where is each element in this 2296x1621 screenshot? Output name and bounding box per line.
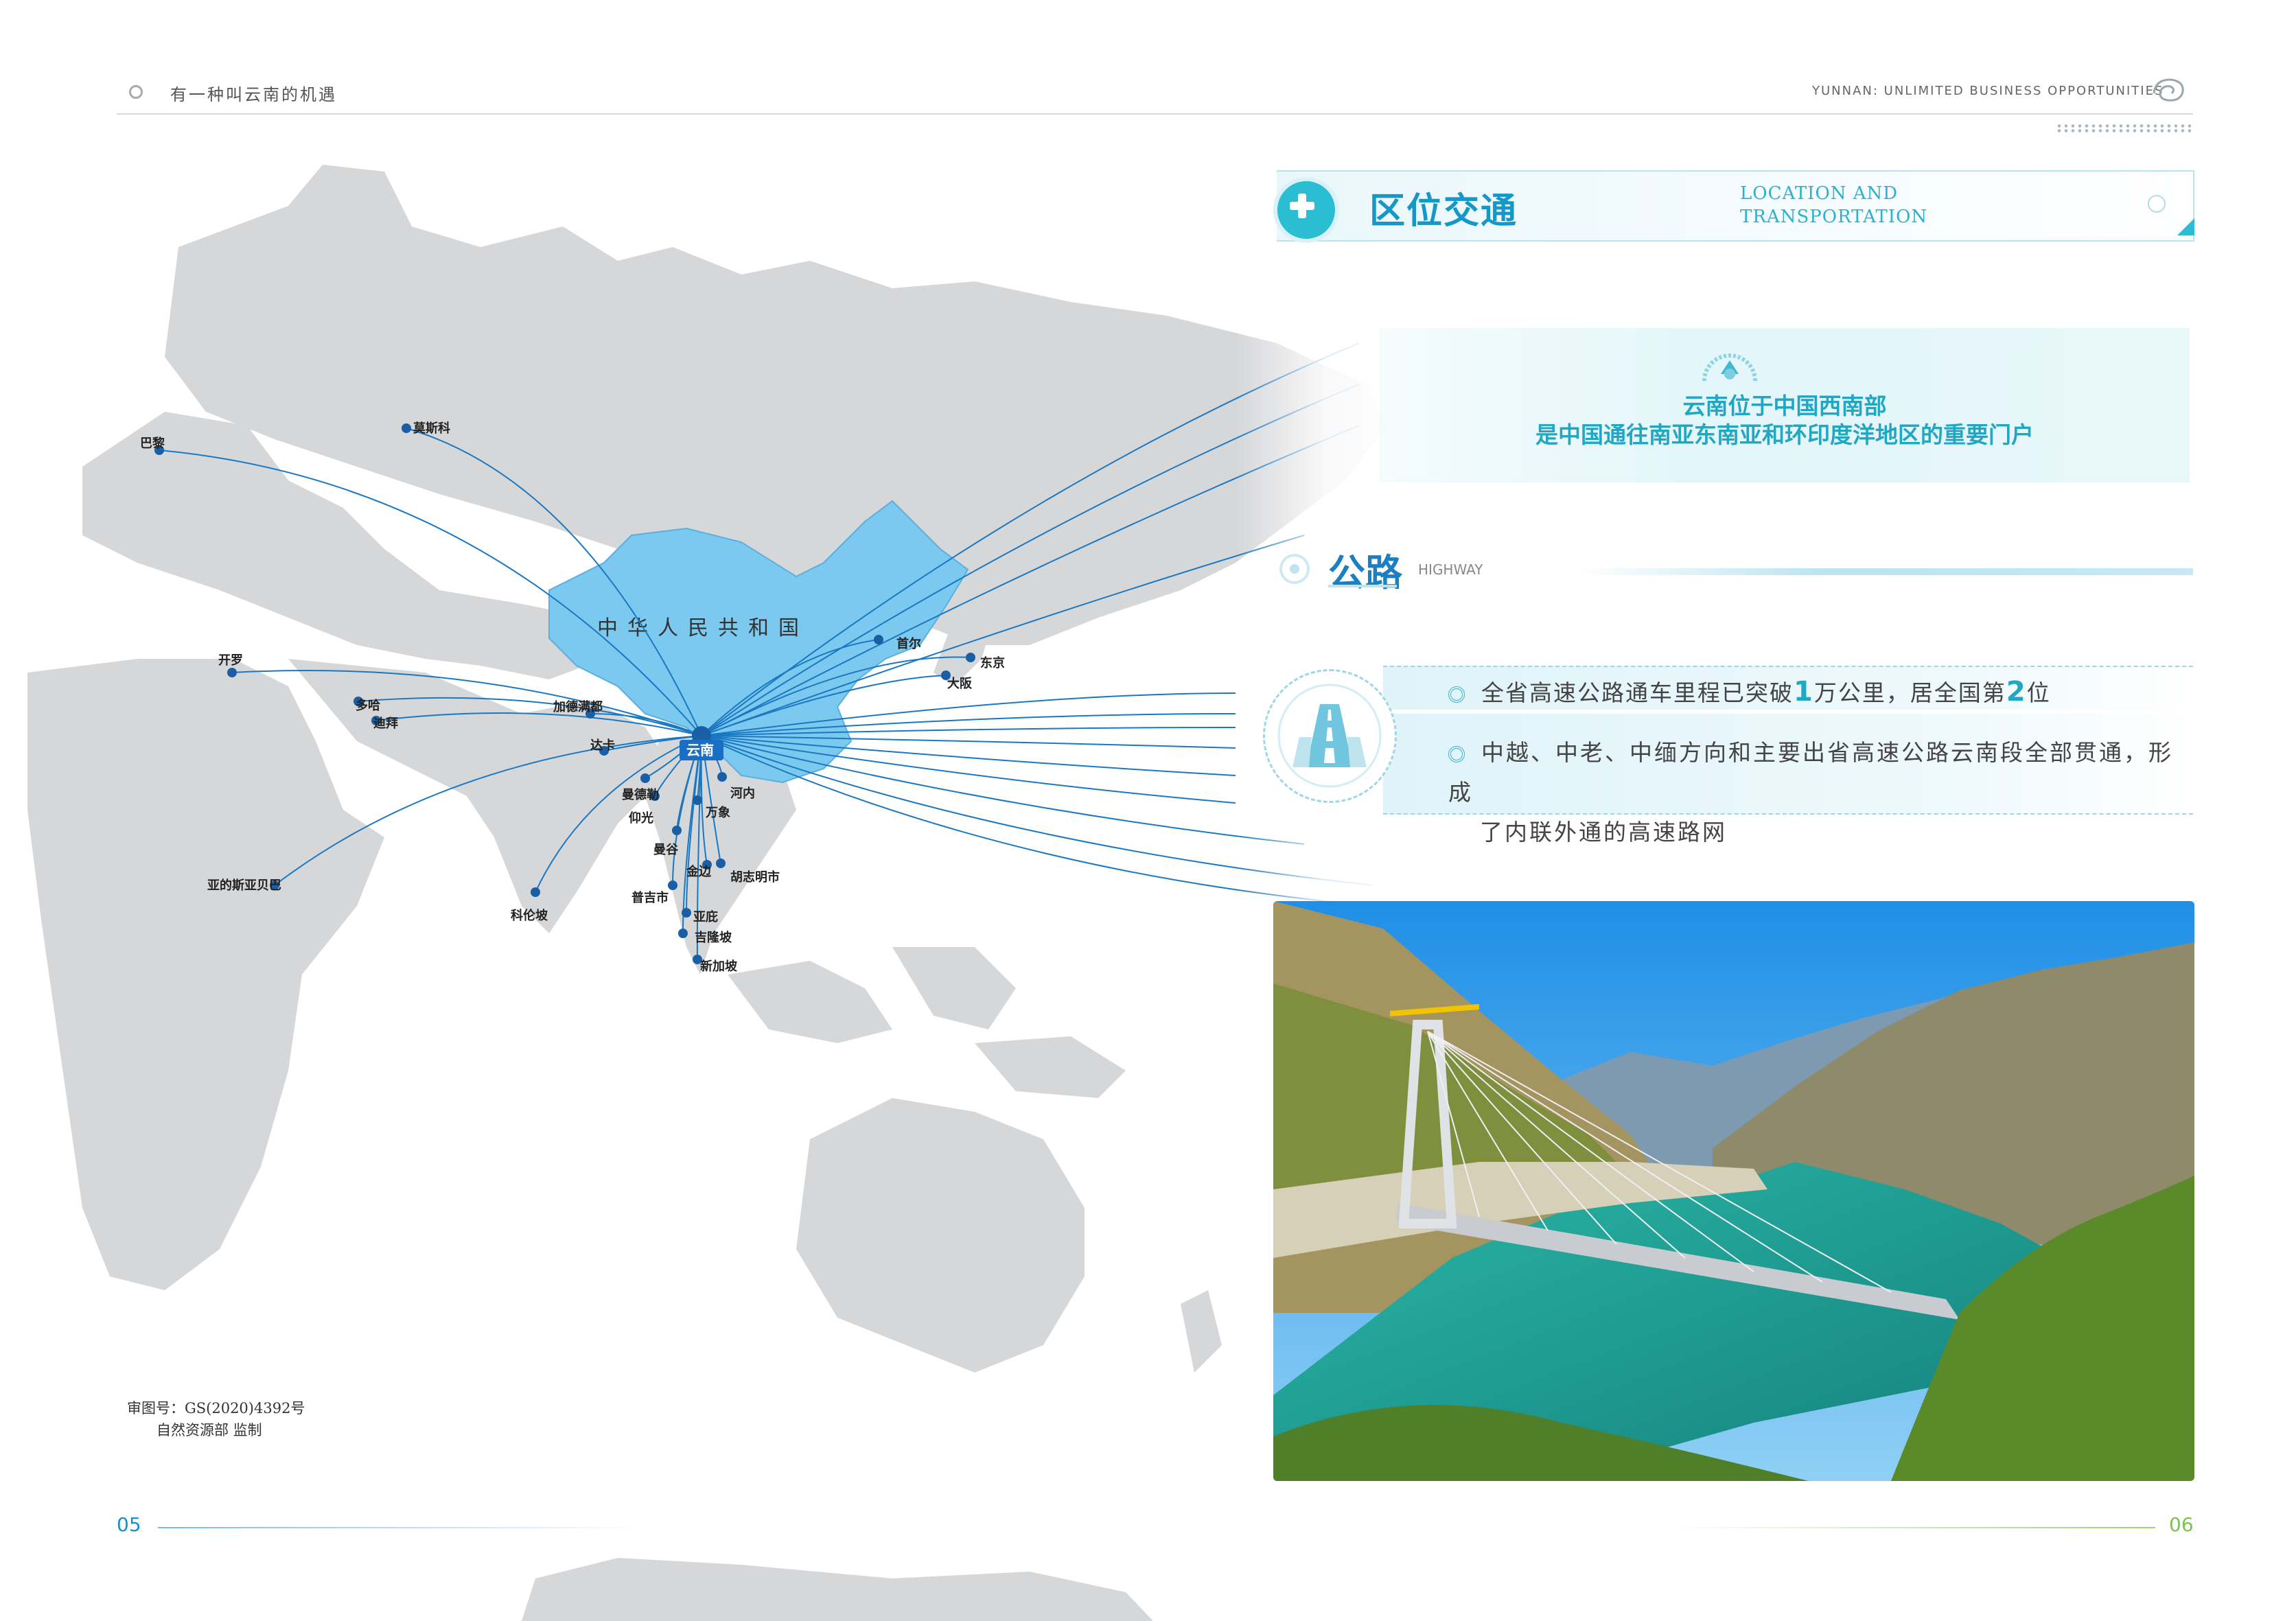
- road-icon: [1263, 669, 1397, 803]
- city-label: 亚庇: [693, 909, 718, 924]
- section-title-en-line1: LOCATION AND: [1740, 183, 1899, 204]
- china-label: 中华人民共和国: [597, 616, 809, 640]
- city-label: 达卡: [590, 738, 615, 753]
- footer-rule-left: [158, 1527, 638, 1528]
- city-label: 大阪: [947, 676, 973, 691]
- highway-title-underline: [1328, 585, 1397, 587]
- city-label: 东京: [980, 655, 1005, 670]
- dot-colombo: [531, 887, 540, 897]
- city-label: 吉隆坡: [695, 930, 732, 945]
- bullet-2-text-1: 中越、中老、中缅方向和主要出省高速公路云南段全部贯通，形成: [1448, 739, 2173, 806]
- origin-label: 云南: [686, 742, 714, 758]
- dot-hcmc: [716, 859, 726, 868]
- city-label: 曼德勒: [622, 787, 659, 802]
- header-dot-icon: [129, 85, 143, 99]
- city-label: 莫斯科: [413, 421, 450, 436]
- dot-cairo: [227, 668, 237, 677]
- banner-corner-icon: [2177, 218, 2194, 235]
- landmass-australia: [796, 1098, 1085, 1373]
- bullet-1-text-a: 全省高速公路通车里程已突破: [1481, 679, 1794, 706]
- bullet-2-line-2: 了内联外通的高速路网: [1480, 819, 1727, 846]
- bullet-1-highlight-1: 1: [1794, 676, 1814, 708]
- city-label: 胡志明市: [730, 870, 780, 885]
- bullet-1-highlight-2: 2: [2006, 676, 2027, 708]
- footer-rule-right: [1675, 1527, 2155, 1528]
- section-title: 区位交通: [1369, 191, 1518, 232]
- header-divider: [117, 113, 2193, 115]
- dot-phuket: [668, 881, 677, 890]
- bullet-marker-icon: [1448, 745, 1465, 762]
- city-label: 仰光: [629, 810, 653, 826]
- bullet-2: 中越、中老、中缅方向和主要出省高速公路云南段全部贯通，形成 了内联外通的高速路网: [1448, 733, 2190, 852]
- dot-seoul: [874, 635, 883, 644]
- dot-tokyo: [966, 653, 975, 662]
- dot-bangkok: [672, 826, 682, 835]
- header-right-title: YUNNAN: UNLIMITED BUSINESS OPPORTUNITIES: [1812, 84, 2164, 98]
- dot-moscow: [402, 423, 411, 433]
- city-label: 开罗: [218, 653, 243, 668]
- bullet-1: 全省高速公路通车里程已突破1万公里，居全国第2位: [1448, 675, 2051, 708]
- highway-title-en: HIGHWAY: [1418, 561, 1483, 578]
- landmass-africa: [27, 659, 384, 1290]
- landmass-islands: [728, 961, 892, 1043]
- landmass-islands-2: [892, 947, 1016, 1029]
- landmass-antarctica: [522, 1558, 1153, 1621]
- banner-badge-icon: [2148, 195, 2166, 213]
- landmass-new-guinea: [975, 1036, 1126, 1098]
- city-label: 多哈: [356, 698, 380, 713]
- intro-line2: 是中国通往南亚东南亚和环印度洋地区的重要门户: [1535, 421, 2034, 448]
- map-supervisor: 自然资源部 监制: [156, 1422, 262, 1438]
- gauge-icon: [1702, 353, 1757, 382]
- city-label: 金边: [686, 864, 712, 879]
- page-number-left: 05: [117, 1513, 141, 1536]
- city-label: 亚的斯亚贝巴: [207, 878, 281, 893]
- highway-title: 公路: [1328, 551, 1402, 594]
- city-label: 新加坡: [700, 959, 738, 974]
- city-label: 曼谷: [653, 843, 679, 857]
- dot-kk: [682, 908, 691, 918]
- bullet-1-text-c: 位: [2026, 679, 2051, 706]
- header-left-title: 有一种叫云南的机遇: [170, 85, 337, 104]
- bullet-1-text-b: 万公里，居全国第: [1813, 679, 2006, 706]
- map-approval-number: 审图号：GS(2020)4392号: [127, 1400, 305, 1416]
- city-label: 加德满都: [553, 699, 603, 714]
- dot-kl: [678, 929, 688, 938]
- bridge-photo: [1273, 901, 2194, 1481]
- dot-mandalay: [640, 773, 650, 783]
- city-label: 巴黎: [140, 436, 165, 451]
- dot-hanoi: [717, 772, 727, 782]
- highway-heading-rule: [1579, 568, 2193, 575]
- section-title-en-line2: TRANSPORTATION: [1740, 207, 1928, 227]
- landmass-nz: [1181, 1290, 1222, 1373]
- city-label: 迪拜: [373, 716, 398, 731]
- section-title-en: LOCATION AND TRANSPORTATION: [1740, 182, 1927, 229]
- swirl-logo-icon: [2153, 78, 2184, 102]
- header-dot-pattern: [2056, 124, 2193, 133]
- bullet-marker-icon: [1448, 686, 1465, 703]
- city-label: 首尔: [896, 636, 921, 651]
- city-label: 万象: [705, 805, 730, 820]
- highway-heading-icon: [1279, 554, 1310, 584]
- bullet-2-line-1: 中越、中老、中缅方向和主要出省高速公路云南段全部贯通，形成: [1448, 733, 2190, 813]
- city-label: 科伦坡: [511, 908, 548, 923]
- intro-line1: 云南位于中国西南部: [1682, 393, 1887, 419]
- city-label: 普吉市: [631, 890, 669, 905]
- plus-icon: [1273, 177, 1339, 243]
- city-label: 河内: [730, 786, 755, 801]
- page-number-right: 06: [2169, 1513, 2194, 1536]
- dot-vientiane: [693, 795, 702, 805]
